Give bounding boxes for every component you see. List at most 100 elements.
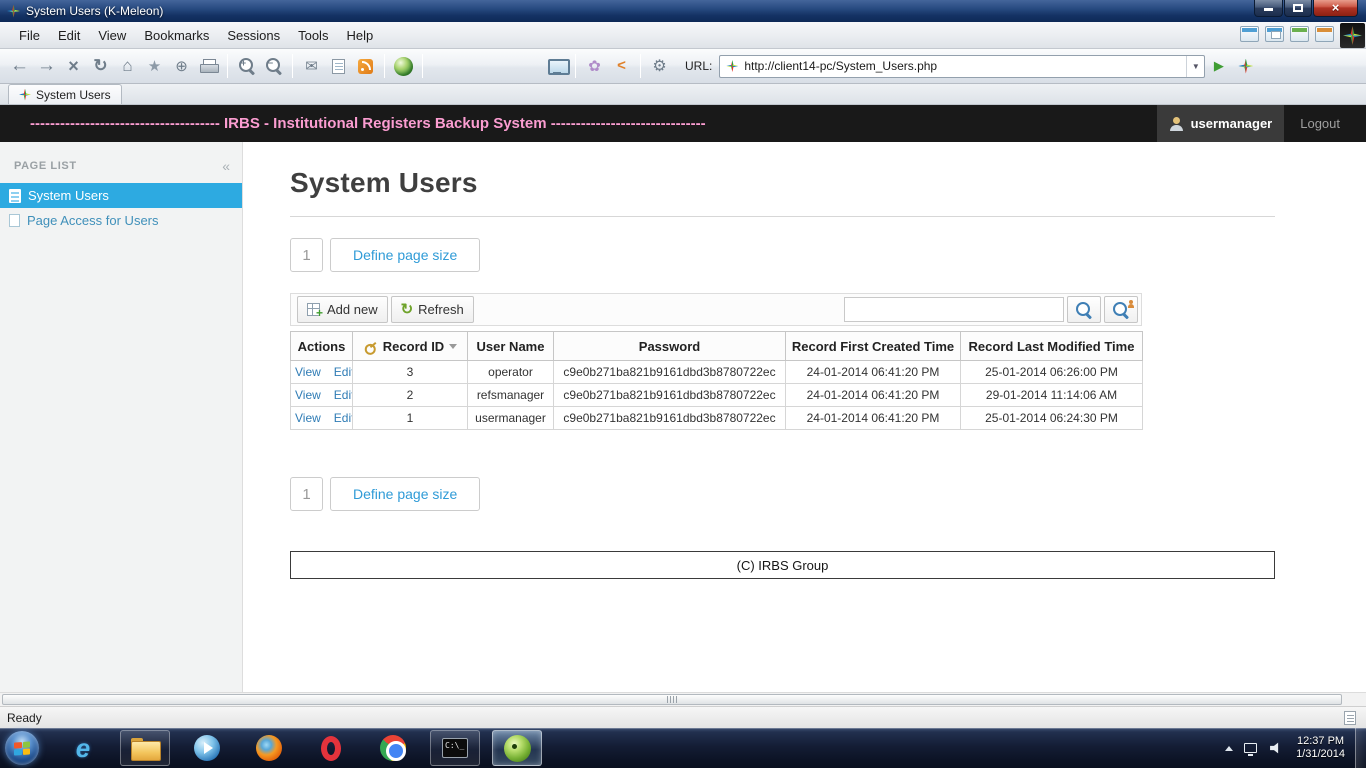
view-link[interactable]: View [295,388,321,402]
taskbar-opera[interactable] [306,730,356,766]
bookmarks-button[interactable] [141,53,168,80]
search-input[interactable] [844,297,1064,322]
edit-link[interactable]: Edit [334,388,352,402]
rss-button[interactable] [352,53,379,80]
browser-viewport: -------------------------------------- I… [0,105,1366,692]
duplicate-window-icon[interactable] [1265,26,1284,42]
start-button[interactable] [0,728,44,768]
add-bookmark-button[interactable] [168,53,195,80]
sidebar-item-page-access[interactable]: Page Access for Users [0,208,242,233]
copyright-footer: (C) IRBS Group [290,551,1275,579]
print-button[interactable] [195,53,222,80]
browser-button[interactable] [390,53,417,80]
new-window-icon[interactable] [1240,26,1259,42]
sidebar: PAGE LIST System Users Page Access for U… [0,142,243,692]
mail-button[interactable] [298,53,325,80]
menu-edit[interactable]: Edit [49,24,89,47]
define-page-size-button[interactable]: Define page size [330,238,481,272]
refresh-button[interactable]: Refresh [390,296,474,323]
volume-icon[interactable] [1270,742,1279,754]
page-number-button[interactable]: 1 [290,238,323,272]
clock-date: 1/31/2014 [1296,748,1345,760]
zoom-in-button[interactable] [233,53,260,80]
maximize-button[interactable] [1284,0,1312,17]
url-dropdown-button[interactable] [1186,55,1204,77]
menu-tools[interactable]: Tools [289,24,337,47]
taskbar-firefox[interactable] [244,730,294,766]
taskbar-chrome[interactable] [368,730,418,766]
collapse-sidebar-icon[interactable] [222,159,230,173]
col-record-id-label: Record ID [382,338,445,354]
taskbar-explorer[interactable] [120,730,170,766]
add-new-label: Add new [327,302,378,317]
table-row: View Edit 1 usermanager c9e0b271ba821b916… [290,406,1143,430]
view-link[interactable]: View [295,365,321,379]
menu-view[interactable]: View [89,24,135,47]
navigation-toolbar: URL: [0,49,1366,84]
toolbar-separator [227,54,228,78]
taskbar-kmeleon[interactable] [492,730,542,766]
advanced-search-button[interactable] [1104,296,1138,323]
show-hidden-icons-button[interactable] [1225,745,1234,751]
primary-key-icon [360,335,381,356]
add-new-button[interactable]: Add new [297,296,388,323]
quick-launch-button[interactable] [1232,53,1259,80]
tile-windows-icon[interactable] [1315,26,1334,42]
window-title: System Users (K-Meleon) [26,4,164,18]
taskbar-internet-explorer[interactable] [58,730,108,766]
define-page-size-button[interactable]: Define page size [330,477,481,511]
page-info-button[interactable] [325,53,352,80]
col-password: Password [553,331,786,361]
scrollbar-thumb[interactable] [2,694,1342,705]
site-title: -------------------------------------- I… [30,115,706,132]
search-button[interactable] [1067,296,1101,323]
menu-help[interactable]: Help [337,24,382,47]
back-button[interactable] [6,53,33,80]
user-menu[interactable]: usermanager [1156,105,1285,142]
scrollbar-grip-icon [666,696,678,703]
previous-link-button[interactable] [608,53,635,80]
menu-bookmarks[interactable]: Bookmarks [135,24,218,47]
sidebar-item-system-users[interactable]: System Users [0,183,242,208]
stop-button[interactable] [60,53,87,80]
page-number-button[interactable]: 1 [290,477,323,511]
taskbar-media-player[interactable] [182,730,232,766]
page-body: PAGE LIST System Users Page Access for U… [0,142,1366,692]
view-link[interactable]: View [295,411,321,425]
tab-system-users[interactable]: System Users [8,84,122,104]
network-icon[interactable] [1244,743,1258,756]
zoom-out-button[interactable] [260,53,287,80]
go-button[interactable] [1205,53,1232,80]
kmeleon-throbber[interactable] [1340,23,1365,48]
toolbar-separator [292,54,293,78]
edit-link[interactable]: Edit [334,365,352,379]
send-to-screen-button[interactable] [543,53,570,80]
horizontal-scrollbar[interactable] [0,692,1366,706]
mail-icon [305,57,318,76]
reload-button[interactable] [87,53,114,80]
table-row: View Edit 3 operator c9e0b271ba821b9161db… [290,360,1143,384]
taskbar-command-prompt[interactable] [430,730,480,766]
sidebar-header: PAGE LIST [0,142,242,183]
taskbar-clock[interactable]: 12:37 PM 1/31/2014 [1296,735,1345,761]
show-desktop-button[interactable] [1355,728,1366,768]
menu-sessions[interactable]: Sessions [218,24,289,47]
edit-link[interactable]: Edit [334,411,352,425]
firefox-icon [256,735,282,761]
col-record-id[interactable]: Record ID [352,331,468,361]
minimize-button[interactable] [1254,0,1283,17]
media-player-icon [194,735,220,761]
layered-window-icon[interactable] [1290,26,1309,42]
settings-button[interactable] [646,53,673,80]
close-button[interactable] [1313,0,1358,17]
divider [290,216,1275,217]
printer-icon [200,59,219,73]
url-input[interactable] [744,55,1187,77]
logout-link[interactable]: Logout [1300,116,1340,131]
forward-button[interactable] [33,53,60,80]
password-cell: c9e0b271ba821b9161dbd3b8780722ec [553,406,786,430]
extensions-button[interactable] [581,53,608,80]
menu-file[interactable]: File [10,24,49,47]
home-button[interactable] [114,53,141,80]
kmeleon-app-icon[interactable] [7,4,20,18]
